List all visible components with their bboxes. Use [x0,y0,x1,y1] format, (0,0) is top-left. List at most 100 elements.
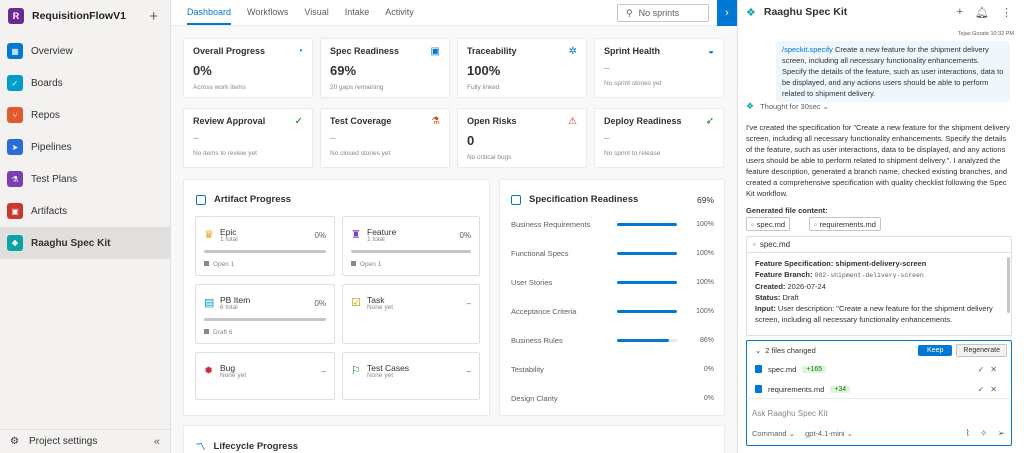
sidebar-item-repos[interactable]: ⑂ Repos [0,99,170,131]
card-title: Open Risks [467,116,517,126]
artifact-count: None yet [367,372,394,379]
project-settings-label: Project settings [28,436,98,447]
more-icon[interactable]: ⋮ [1001,6,1012,19]
sprint-select[interactable]: ⚲ No sprints [617,4,709,22]
chat-header: ❖ Raaghu Spec Kit + 🔔︎ ⋮ [738,0,1024,24]
sidebar-item-artifacts[interactable]: ▣ Artifacts [0,195,170,227]
readiness-bar [617,251,677,255]
sidebar-item-label: Repos [31,109,60,121]
card-title: Overall Progress [193,46,266,56]
artifact-progress-panel: Artifact Progress ♛ Epic 1 total 0% Open… [183,179,490,416]
chat-input-box[interactable]: Ask Raaghu Spec Kit Command ⌄ gpt-4.1-mi… [746,398,1012,446]
add-icon[interactable]: + [149,8,158,25]
changed-file-row[interactable]: requirements.md +34 ✓✕ [747,379,1011,399]
card-value: 0% [193,63,212,78]
thinking-toggle[interactable]: ❖ Thought for 30sec ⌄ [746,101,829,112]
file-chip-spec[interactable]: ▫ spec.md [746,217,791,231]
card-sprint-health[interactable]: Sprint Health ◒ – No sprint stories yet [594,38,724,98]
progress-icon: ◔ [296,46,303,57]
tab-activity[interactable]: Activity [385,7,414,25]
artifact-progress-header: Artifact Progress [196,194,291,205]
chat-input-placeholder[interactable]: Ask Raaghu Spec Kit [752,409,828,418]
sidebar-item-spec-kit[interactable]: ❖ Raaghu Spec Kit [0,227,170,259]
card-spec-readiness[interactable]: Spec Readiness ▣ 69% 20 gaps remaining [320,38,450,98]
artifact-count: 6 total [220,304,238,311]
rocket-icon: ➶ [705,116,714,127]
sidebar-item-label: Boards [31,77,63,89]
sidebar-item-label: Test Plans [31,173,78,185]
file-icon: ▫ [814,219,817,229]
document-icon: ▣ [430,46,440,57]
sidebar-item-overview[interactable]: ▦ Overview [0,35,170,67]
card-value: – [604,133,610,144]
artifact-card-task[interactable]: ☑ Task None yet – [342,284,480,344]
changes-header[interactable]: ⌄ 2 files changed Keep Regenerate [747,341,1011,359]
card-title: Sprint Health [604,46,661,56]
artifact-card-test-cases[interactable]: ⚐ Test Cases None yet – [342,352,480,400]
sidebar-item-boards[interactable]: ✓ Boards [0,67,170,99]
readiness-bar [617,309,677,313]
sidebar-item-pipelines[interactable]: ➤ Pipelines [0,131,170,163]
accept-reject-icons[interactable]: ✓✕ [978,365,1003,374]
artifact-card-feature[interactable]: ♜ Feature 1 total 0% Open 1 [342,216,480,276]
artifact-count: 1 total [367,236,385,243]
card-title: Test Coverage [330,116,392,126]
mode-select[interactable]: Command ⌄ [752,429,795,438]
tab-workflows[interactable]: Workflows [247,7,288,25]
assistant-message: I've created the specification for "Crea… [746,123,1010,198]
tab-visual[interactable]: Visual [304,7,328,25]
artifact-card-pb-item[interactable]: ▤ PB Item 6 total 0% Draft 6 [195,284,335,344]
chevron-right-icon[interactable]: › [717,0,737,26]
new-chat-icon[interactable]: + [957,6,963,19]
card-subtext: No critical bugs [467,154,512,161]
artifact-card-bug[interactable]: ✹ Bug None yet – [195,352,335,400]
spec-kit-logo-icon: ❖ [746,6,756,19]
readiness-row: Design Clarity 0% [511,393,714,403]
card-subtext: Across work items [193,84,246,91]
readiness-bar [617,280,677,284]
card-review-approval[interactable]: Review Approval ✓ – No items to review y… [183,108,313,168]
artifact-percent: 0% [314,231,326,240]
org-avatar[interactable]: R [8,8,24,24]
sidebar-item-test-plans[interactable]: ⚗ Test Plans [0,163,170,195]
tab-dashboard[interactable]: Dashboard [187,7,232,25]
artifacts-icon: ▣ [7,203,23,219]
readiness-row: Business Rules 86% [511,335,714,345]
scrollbar[interactable] [1007,257,1010,313]
spec-kit-chat-panel: ❖ Raaghu Spec Kit + 🔔︎ ⋮ Tejas Gorate 10… [737,0,1024,453]
network-icon: ✲ [568,46,577,57]
slash-command: /speckit.specify [782,45,833,54]
accept-reject-icons[interactable]: ✓✕ [978,385,1003,394]
attach-icon[interactable]: ⌇ [966,428,970,439]
trophy-icon: ♜ [351,229,361,241]
card-deploy-readiness[interactable]: Deploy Readiness ➶ – No sprint to releas… [594,108,724,168]
card-test-coverage[interactable]: Test Coverage ⚗ – No closed stories yet [320,108,450,168]
bug-icon: ✹ [204,365,214,377]
file-icon [755,385,762,393]
artifact-card-epic[interactable]: ♛ Epic 1 total 0% Open 1 [195,216,335,276]
card-title: Review Approval [193,116,266,126]
changed-file-row[interactable]: spec.md +165 ✓✕ [747,359,1011,379]
send-icon[interactable]: ➢ [997,428,1005,439]
card-open-risks[interactable]: Open Risks ⚠ 0 No critical bugs [457,108,587,168]
regenerate-button[interactable]: Regenerate [956,343,1007,357]
wand-icon[interactable]: ✧ [980,428,988,439]
tab-intake[interactable]: Intake [345,7,370,25]
sprint-select-value: No sprints [638,8,680,18]
bell-icon[interactable]: 🔔︎ [975,6,989,19]
artifact-percent: – [466,367,471,376]
readiness-row: Acceptance Criteria 100% [511,306,714,316]
artifact-status: Open 1 [351,261,381,268]
keep-button[interactable]: Keep [918,344,953,356]
backlog-item-icon: ▤ [204,297,215,309]
card-traceability[interactable]: Traceability ✲ 100% Fully linked [457,38,587,98]
card-title: Spec Readiness [330,46,400,56]
card-overall-progress[interactable]: Overall Progress ◔ 0% Across work items [183,38,313,98]
project-name[interactable]: RequisitionFlowV1 [32,10,126,22]
repos-icon: ⑂ [7,107,23,123]
model-select[interactable]: gpt-4.1-mini ⌄ [805,429,853,438]
file-chip-requirements[interactable]: ▫ requirements.md [809,217,881,231]
card-subtext: No closed stories yet [330,150,391,157]
project-settings[interactable]: ⚙ Project settings « [0,429,170,453]
collapse-sidebar-icon[interactable]: « [154,436,160,448]
